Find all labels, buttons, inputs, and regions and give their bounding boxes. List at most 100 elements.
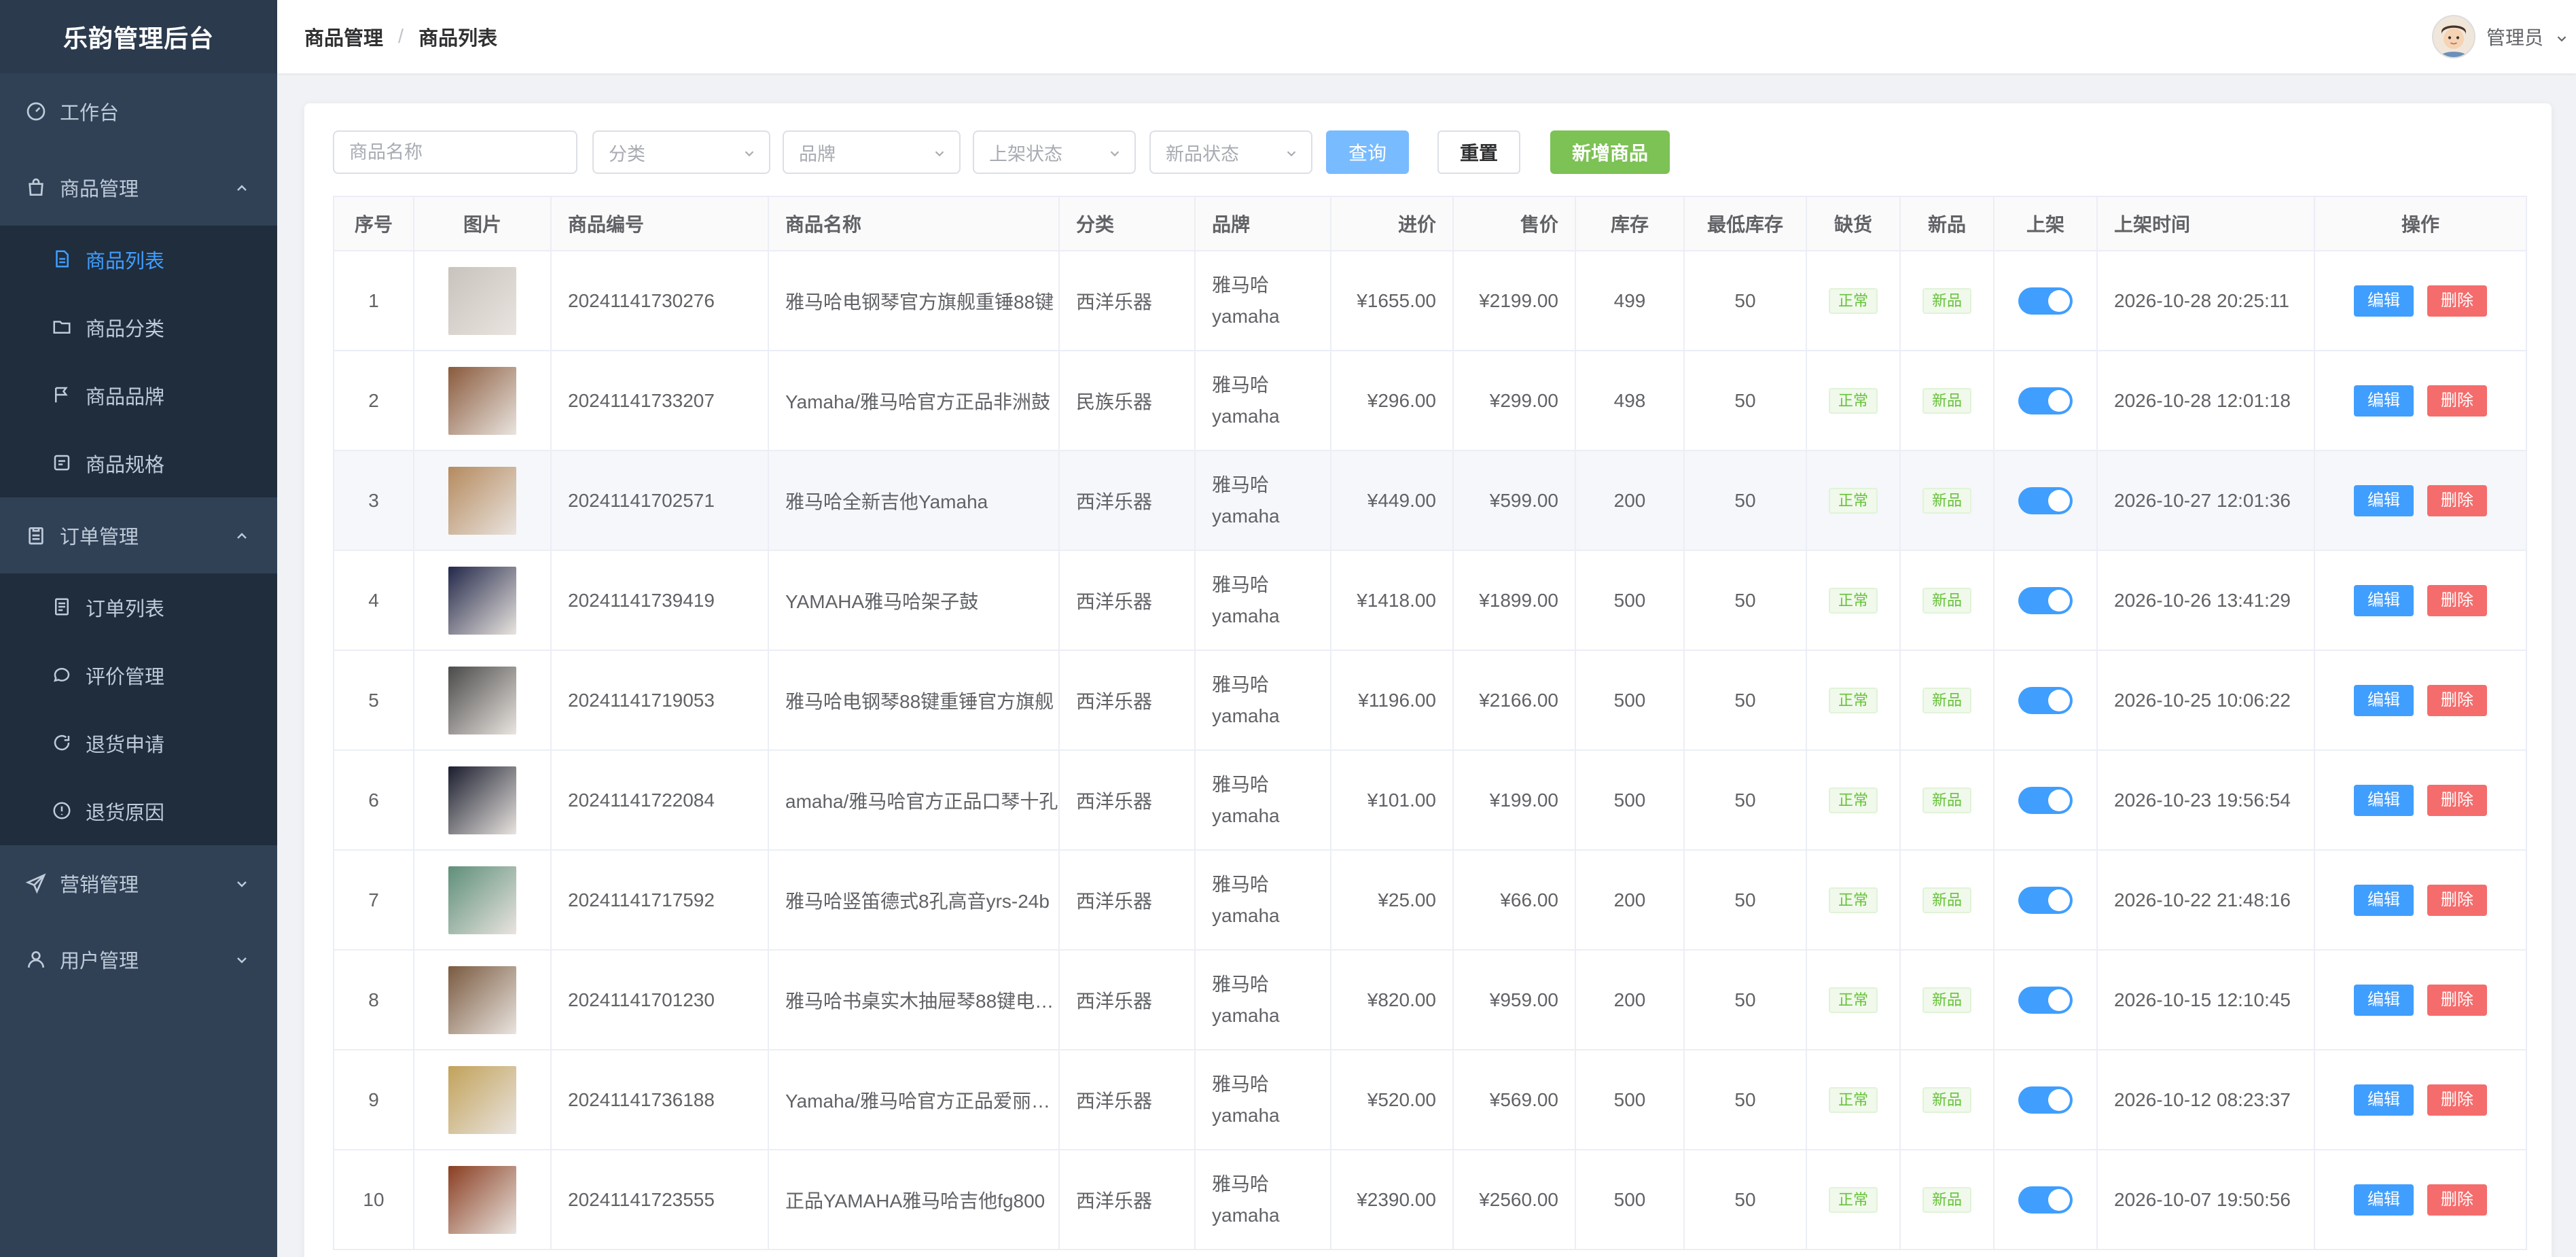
publish-status-select[interactable]: 上架状态 (973, 130, 1136, 174)
product-thumbnail[interactable] (448, 1065, 516, 1134)
sidebar-item-order-list[interactable]: 订单列表 (0, 573, 277, 641)
sidebar-item-label: 商品规格 (86, 455, 165, 476)
product-thumbnail[interactable] (448, 966, 516, 1034)
avatar (2431, 15, 2475, 58)
stock-status-tag: 正常 (1828, 487, 1878, 514)
product-thumbnail[interactable] (448, 566, 516, 635)
publish-toggle[interactable] (2018, 1086, 2073, 1114)
product-thumbnail[interactable] (448, 866, 516, 934)
publish-toggle[interactable] (2018, 586, 2073, 614)
publish-toggle[interactable] (2018, 786, 2073, 814)
sidebar-item-goods-category[interactable]: 商品分类 (0, 294, 277, 361)
menu-users[interactable]: 用户管理 (0, 921, 277, 997)
edit-button[interactable]: 编辑 (2354, 984, 2414, 1016)
cell-cost: ¥1418.00 (1330, 550, 1454, 651)
brand-select[interactable]: 品牌 (783, 130, 961, 174)
publish-toggle[interactable] (2018, 1186, 2073, 1214)
add-goods-button[interactable]: 新增商品 (1550, 130, 1670, 174)
menu-orders[interactable]: 订单管理 (0, 497, 277, 573)
product-thumbnail[interactable] (448, 666, 516, 734)
cell-min-stock: 50 (1683, 450, 1807, 551)
cell-index: 5 (333, 650, 414, 751)
edit-button[interactable]: 编辑 (2354, 385, 2414, 417)
publish-toggle[interactable] (2018, 886, 2073, 914)
delete-button[interactable]: 删除 (2427, 484, 2487, 516)
sidebar-item-goods-brand[interactable]: 商品品牌 (0, 361, 277, 429)
category-select[interactable]: 分类 (592, 130, 770, 174)
product-thumbnail[interactable] (448, 1165, 516, 1234)
delete-button[interactable]: 删除 (2427, 984, 2487, 1016)
cell-min-stock: 50 (1683, 849, 1807, 951)
delete-button[interactable]: 删除 (2427, 884, 2487, 916)
cell-price: ¥2560.00 (1452, 1149, 1576, 1250)
delete-button[interactable]: 删除 (2427, 285, 2487, 317)
edit-button[interactable]: 编辑 (2354, 784, 2414, 816)
sidebar-item-goods-list[interactable]: 商品列表 (0, 226, 277, 294)
cell-name: 正品YAMAHA雅马哈吉他fg800 (768, 1149, 1060, 1250)
menu-dashboard[interactable]: 工作台 (0, 73, 277, 149)
edit-button[interactable]: 编辑 (2354, 285, 2414, 317)
table-row: 3 20241141702571 雅马哈全新吉他Yamaha 西洋乐器 雅马哈 yamah… (333, 450, 2527, 551)
cell-actions: 编辑 删除 (2314, 1049, 2527, 1150)
col-publish-time: 上架时间 (2096, 196, 2315, 251)
product-thumbnail[interactable] (448, 266, 516, 335)
menu-marketing[interactable]: 营销管理 (0, 845, 277, 921)
product-thumbnail[interactable] (448, 766, 516, 834)
user-menu[interactable]: 管理员 (2431, 0, 2576, 73)
cell-index: 9 (333, 1049, 414, 1150)
edit-button[interactable]: 编辑 (2354, 884, 2414, 916)
cell-new-status: 新品 (1899, 849, 1994, 951)
cell-image (413, 749, 552, 851)
sidebar-item-return-reasons[interactable]: 退货原因 (0, 777, 277, 845)
delete-button[interactable]: 删除 (2427, 1184, 2487, 1216)
breadcrumb-parent[interactable]: 商品管理 (304, 22, 383, 51)
sidebar-item-reviews[interactable]: 评价管理 (0, 641, 277, 709)
cell-price: ¥66.00 (1452, 849, 1576, 951)
publish-toggle[interactable] (2018, 486, 2073, 514)
product-thumbnail[interactable] (448, 466, 516, 535)
goods-submenu: 商品列表 商品分类 商品品牌 商品规格 (0, 226, 277, 497)
brand-name-cn: 雅马哈 (1212, 474, 1270, 495)
cell-actions: 编辑 删除 (2314, 949, 2527, 1050)
sidebar-item-returns[interactable]: 退货申请 (0, 709, 277, 777)
cell-category: 西洋乐器 (1058, 849, 1196, 951)
delete-button[interactable]: 删除 (2427, 584, 2487, 616)
delete-button[interactable]: 删除 (2427, 1084, 2487, 1116)
edit-button[interactable]: 编辑 (2354, 1084, 2414, 1116)
cell-stock: 200 (1575, 849, 1685, 951)
goods-name-input[interactable] (349, 141, 561, 163)
edit-button[interactable]: 编辑 (2354, 1184, 2414, 1216)
edit-button[interactable]: 编辑 (2354, 584, 2414, 616)
cell-name: Yamaha/雅马哈官方正品爱丽丝萨克斯 (768, 1049, 1060, 1150)
edit-button[interactable]: 编辑 (2354, 684, 2414, 716)
col-index: 序号 (333, 196, 414, 251)
breadcrumb: 商品管理 / 商品列表 (304, 22, 497, 51)
query-button[interactable]: 查询 (1326, 130, 1409, 174)
menu-goods[interactable]: 商品管理 (0, 149, 277, 226)
reset-button[interactable]: 重置 (1437, 130, 1520, 174)
publish-toggle[interactable] (2018, 686, 2073, 714)
cell-name: 雅马哈电钢琴88键重锤官方旗舰 (768, 650, 1060, 751)
goods-list-card: 分类 品牌 上架状态 新品状态 查询 重置 新增商品 序号 图片 (304, 103, 2552, 1257)
publish-toggle[interactable] (2018, 287, 2073, 315)
cell-price: ¥569.00 (1452, 1049, 1576, 1150)
edit-button[interactable]: 编辑 (2354, 484, 2414, 516)
stock-status-tag: 正常 (1828, 287, 1878, 314)
product-thumbnail[interactable] (448, 366, 516, 435)
publish-toggle[interactable] (2018, 387, 2073, 414)
cell-min-stock: 50 (1683, 350, 1807, 451)
publish-toggle[interactable] (2018, 986, 2073, 1014)
side-menu-bottom: 营销管理 用户管理 (0, 845, 277, 997)
delete-button[interactable]: 删除 (2427, 784, 2487, 816)
avatar-face-icon (2433, 16, 2474, 57)
new-status-select[interactable]: 新品状态 (1149, 130, 1312, 174)
user-name: 管理员 (2486, 27, 2543, 48)
cell-publish-time: 2026-10-12 08:23:37 (2096, 1049, 2315, 1150)
sidebar-item-goods-spec[interactable]: 商品规格 (0, 429, 277, 497)
cell-brand: 雅马哈 yamaha (1194, 350, 1331, 451)
delete-button[interactable]: 删除 (2427, 385, 2487, 417)
delete-button[interactable]: 删除 (2427, 684, 2487, 716)
cell-code: 20241141722084 (550, 749, 769, 851)
cell-index: 2 (333, 350, 414, 451)
cell-image (413, 550, 552, 651)
